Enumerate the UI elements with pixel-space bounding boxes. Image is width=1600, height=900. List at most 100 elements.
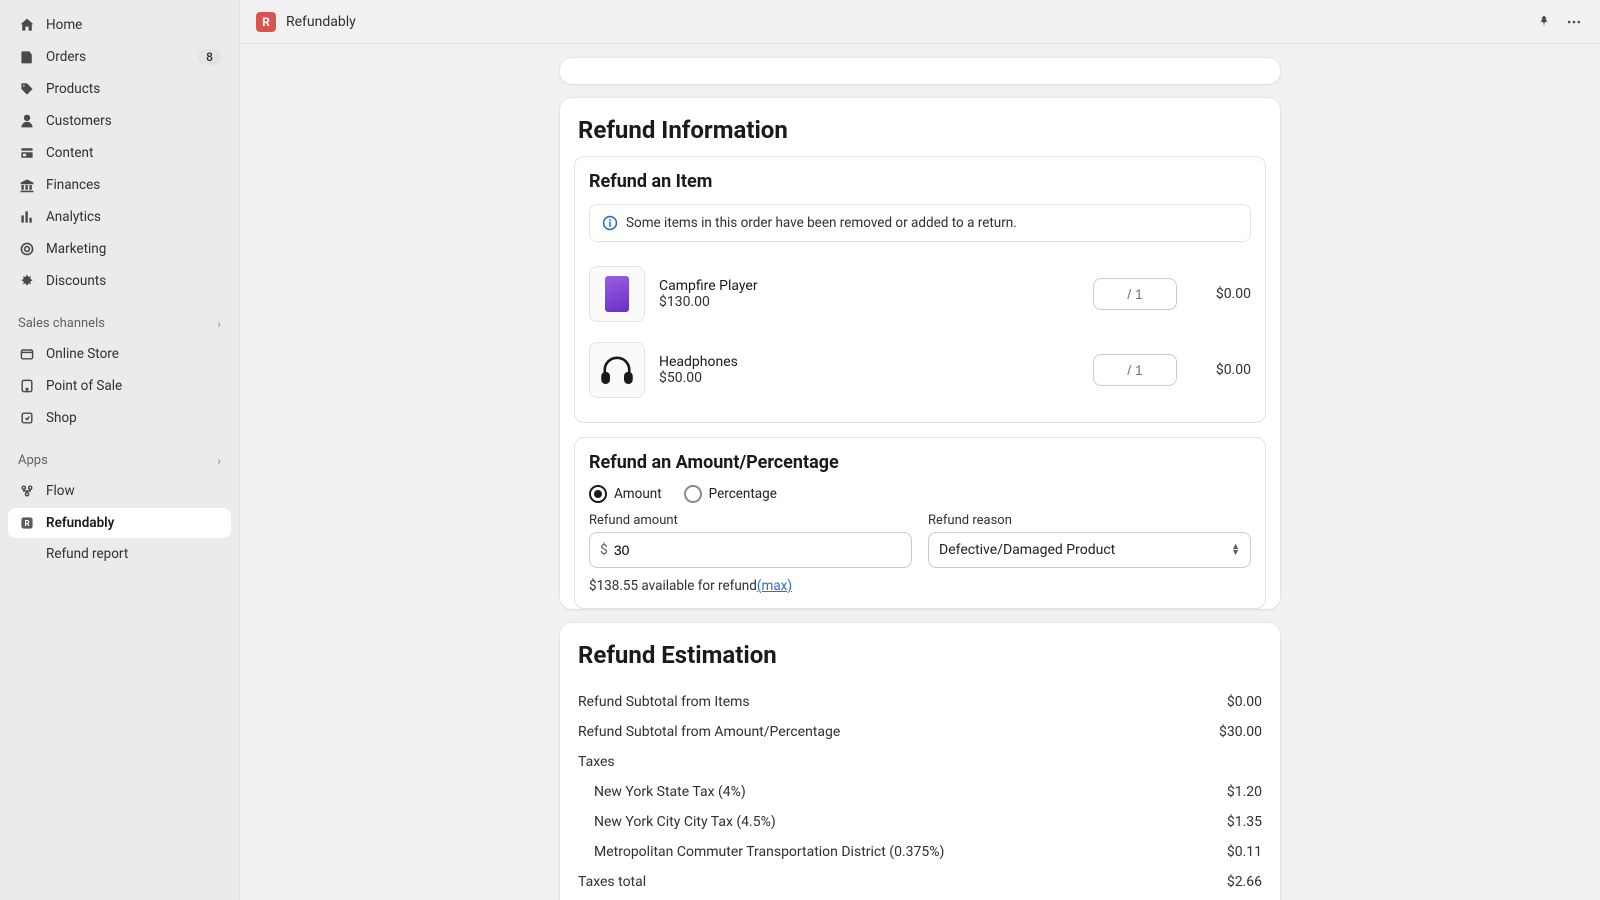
radio-percentage[interactable]: Percentage xyxy=(684,485,777,503)
content-scroll[interactable]: Refund Information Refund an Item Some i… xyxy=(240,44,1600,900)
refund-item-section: Refund an Item Some items in this order … xyxy=(574,156,1266,423)
sidebar-item-shop[interactable]: Shop xyxy=(8,403,231,433)
main-area: R Refundably Refund Information Refund a… xyxy=(240,0,1600,900)
sidebar-item-label: Refund report xyxy=(46,546,221,562)
estimation-label: Refund Subtotal from Items xyxy=(578,694,750,710)
sidebar-item-discounts[interactable]: Discounts xyxy=(8,266,231,296)
analytics-icon xyxy=(18,208,36,226)
sidebar-item-label: Home xyxy=(46,17,221,33)
item-thumb xyxy=(589,342,645,398)
item-line-total: $0.00 xyxy=(1191,362,1251,378)
estimation-label: Refund Subtotal from Amount/Percentage xyxy=(578,724,840,740)
radio-amount[interactable]: Amount xyxy=(589,485,662,503)
sidebar-item-label: Content xyxy=(46,145,221,161)
estimation-row: Refund Subtotal from Amount/Percentage $… xyxy=(578,717,1262,747)
content-icon xyxy=(18,144,36,162)
item-name: Campfire Player xyxy=(659,278,1079,294)
sidebar-item-label: Shop xyxy=(46,410,221,426)
sidebar-item-content[interactable]: Content xyxy=(8,138,231,168)
pos-icon xyxy=(18,377,36,395)
sidebar-item-refundably[interactable]: R Refundably xyxy=(8,508,231,538)
estimation-list: Refund Subtotal from Items $0.00 Refund … xyxy=(560,681,1280,900)
sidebar-item-label: Orders xyxy=(46,49,188,65)
sidebar-item-label: Products xyxy=(46,81,221,97)
item-name: Headphones xyxy=(659,354,1079,370)
customers-icon xyxy=(18,112,36,130)
sidebar-subitem-refund-report[interactable]: Refund report xyxy=(8,540,231,568)
more-icon[interactable] xyxy=(1564,12,1584,32)
sidebar-item-label: Analytics xyxy=(46,209,221,225)
amount-label: Refund amount xyxy=(589,513,912,528)
sidebar-item-customers[interactable]: Customers xyxy=(8,106,231,136)
orders-icon xyxy=(18,48,36,66)
chevron-right-icon: › xyxy=(217,454,221,468)
estimation-row: Taxes xyxy=(578,747,1262,777)
estimation-label: New York State Tax (4%) xyxy=(594,784,746,800)
sidebar-section-sales-channels[interactable]: Sales channels › xyxy=(8,310,231,337)
marketing-icon xyxy=(18,240,36,258)
sidebar-item-label: Flow xyxy=(46,483,221,499)
content: Refund Information Refund an Item Some i… xyxy=(540,58,1300,900)
item-info: Headphones $50.00 xyxy=(659,354,1079,386)
sidebar-item-flow[interactable]: Flow xyxy=(8,476,231,506)
sidebar-item-label: Customers xyxy=(46,113,221,129)
reason-value: Defective/Damaged Product xyxy=(939,542,1115,558)
finances-icon xyxy=(18,176,36,194)
available-hint: $138.55 available for refund(max) xyxy=(589,578,912,594)
refund-amount-title: Refund an Amount/Percentage xyxy=(589,452,1251,473)
refund-information-card: Refund Information Refund an Item Some i… xyxy=(560,98,1280,609)
sidebar-item-label: Finances xyxy=(46,177,221,193)
estimation-label: Taxes xyxy=(578,754,615,770)
amount-input[interactable] xyxy=(614,542,901,558)
estimation-value: $0.00 xyxy=(1227,694,1262,710)
app-icon: R xyxy=(256,12,276,32)
estimation-value: $0.11 xyxy=(1227,844,1262,860)
sidebar-item-label: Point of Sale xyxy=(46,378,221,394)
radio-icon xyxy=(589,485,607,503)
item-thumb xyxy=(589,266,645,322)
currency-prefix: $ xyxy=(600,542,608,558)
max-link[interactable]: (max) xyxy=(757,578,792,594)
item-qty-input[interactable] xyxy=(1093,278,1177,310)
item-qty-input[interactable] xyxy=(1093,354,1177,386)
item-line-total: $0.00 xyxy=(1191,286,1251,302)
available-text: $138.55 available for refund xyxy=(589,578,757,594)
refund-item-title: Refund an Item xyxy=(589,171,1251,192)
line-item: Headphones $50.00 $0.00 xyxy=(589,332,1251,408)
shop-icon xyxy=(18,409,36,427)
sidebar-item-home[interactable]: Home xyxy=(8,10,231,40)
refundably-icon: R xyxy=(18,514,36,532)
refund-estimation-title: Refund Estimation xyxy=(560,623,1280,681)
estimation-row: Metropolitan Commuter Transportation Dis… xyxy=(578,837,1262,867)
sidebar-item-orders[interactable]: Orders 8 xyxy=(8,42,231,72)
sidebar-item-products[interactable]: Products xyxy=(8,74,231,104)
orders-badge: 8 xyxy=(198,49,221,65)
refund-amount-field: Refund amount $ $138.55 available for re… xyxy=(589,513,912,594)
sidebar-item-label: Marketing xyxy=(46,241,221,257)
sidebar-item-finances[interactable]: Finances xyxy=(8,170,231,200)
reason-label: Refund reason xyxy=(928,513,1251,528)
products-icon xyxy=(18,80,36,98)
reason-select[interactable]: Defective/Damaged Product ▲▼ xyxy=(928,532,1251,568)
item-price: $130.00 xyxy=(659,294,1079,310)
sidebar-item-label: Refundably xyxy=(46,515,221,531)
estimation-label: Metropolitan Commuter Transportation Dis… xyxy=(594,844,944,860)
sidebar-item-pos[interactable]: Point of Sale xyxy=(8,371,231,401)
refund-reason-field: Refund reason Defective/Damaged Product … xyxy=(928,513,1251,594)
product-image-placeholder xyxy=(596,349,638,391)
pin-icon[interactable] xyxy=(1534,12,1554,32)
sidebar-section-apps[interactable]: Apps › xyxy=(8,447,231,474)
info-icon xyxy=(602,215,618,231)
svg-text:R: R xyxy=(24,519,29,528)
estimation-value: $30.00 xyxy=(1219,724,1262,740)
estimation-row: New York State Tax (4%) $1.20 xyxy=(578,777,1262,807)
sidebar-item-marketing[interactable]: Marketing xyxy=(8,234,231,264)
sidebar-item-online-store[interactable]: Online Store xyxy=(8,339,231,369)
product-image-placeholder xyxy=(605,276,629,312)
previous-card-stub xyxy=(560,58,1280,84)
radio-label: Percentage xyxy=(709,486,777,502)
sidebar-item-analytics[interactable]: Analytics xyxy=(8,202,231,232)
estimation-label: New York City City Tax (4.5%) xyxy=(594,814,776,830)
app-title: Refundably xyxy=(286,14,356,30)
sidebar-item-label: Online Store xyxy=(46,346,221,362)
